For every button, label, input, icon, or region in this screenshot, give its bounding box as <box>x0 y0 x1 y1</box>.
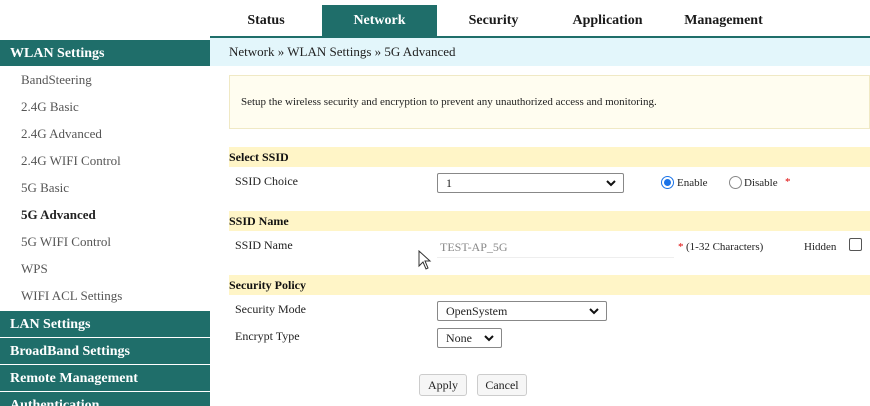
enable-label: Enable <box>677 177 708 189</box>
enable-radio[interactable] <box>661 176 674 189</box>
sidebar-item-24g-advanced[interactable]: 2.4G Advanced <box>21 123 102 145</box>
tab-management[interactable]: Management <box>665 5 782 37</box>
section-title-select-ssid: Select SSID <box>229 147 870 167</box>
chevron-down-icon <box>606 180 616 187</box>
security-mode-label: Security Mode <box>235 302 306 316</box>
apply-button[interactable]: Apply <box>419 374 467 396</box>
sidebar-item-5g-advanced[interactable]: 5G Advanced <box>21 204 96 226</box>
sidebar-header-broadband-settings[interactable]: BroadBand Settings <box>0 338 210 365</box>
ssid-choice-select[interactable]: 1 <box>437 173 624 193</box>
sidebar-item-24g-wifi-control[interactable]: 2.4G WIFI Control <box>21 150 121 172</box>
encrypt-type-label: Encrypt Type <box>235 329 300 343</box>
ssid-name-label: SSID Name <box>235 238 293 252</box>
ssid-choice-value: 1 <box>446 176 452 190</box>
sidebar-item-24g-basic[interactable]: 2.4G Basic <box>21 96 79 118</box>
ssid-choice-label: SSID Choice <box>235 174 298 188</box>
encrypt-type-select[interactable]: None <box>437 328 502 348</box>
tab-security[interactable]: Security <box>437 5 550 37</box>
disable-label: Disable <box>744 177 778 189</box>
sidebar-item-wps[interactable]: WPS <box>21 258 48 280</box>
required-mark: * <box>785 176 791 188</box>
ssid-name-hint: (1-32 Characters) <box>686 241 764 253</box>
sidebar-header-lan-settings[interactable]: LAN Settings <box>0 311 210 338</box>
sidebar-item-wifi-acl-settings[interactable]: WIFI ACL Settings <box>21 285 122 307</box>
security-mode-select[interactable]: OpenSystem <box>437 301 607 321</box>
tab-network[interactable]: Network <box>322 5 437 37</box>
chevron-down-icon <box>589 308 599 315</box>
sidebar-header-wlan-settings[interactable]: WLAN Settings <box>0 40 210 67</box>
sidebar-header-authentication[interactable]: Authentication <box>0 392 210 406</box>
breadcrumb: Network » WLAN Settings » 5G Advanced <box>210 38 870 66</box>
chevron-down-icon <box>484 335 494 342</box>
page-description: Setup the wireless security and encrypti… <box>229 75 870 129</box>
tab-application[interactable]: Application <box>550 5 665 37</box>
security-mode-value: OpenSystem <box>446 304 508 318</box>
hidden-checkbox[interactable] <box>849 238 862 251</box>
sidebar-item-bandsteering[interactable]: BandSteering <box>21 69 92 91</box>
required-mark: * <box>678 241 684 253</box>
sidebar-header-remote-management[interactable]: Remote Management <box>0 365 210 392</box>
sidebar: WLAN Settings BandSteering 2.4G Basic 2.… <box>0 38 210 406</box>
disable-radio[interactable] <box>729 176 742 189</box>
encrypt-type-value: None <box>446 331 472 345</box>
mouse-pointer-icon <box>418 250 432 270</box>
cancel-button[interactable]: Cancel <box>477 374 527 396</box>
tab-status[interactable]: Status <box>210 5 322 37</box>
ssid-name-input[interactable] <box>437 238 674 258</box>
hidden-label: Hidden <box>804 241 837 253</box>
section-title-ssid-name: SSID Name <box>229 211 870 231</box>
top-navigation: Status Network Security Application Mana… <box>0 0 870 37</box>
section-title-security-policy: Security Policy <box>229 275 870 295</box>
sidebar-item-5g-wifi-control[interactable]: 5G WIFI Control <box>21 231 111 253</box>
sidebar-item-5g-basic[interactable]: 5G Basic <box>21 177 69 199</box>
